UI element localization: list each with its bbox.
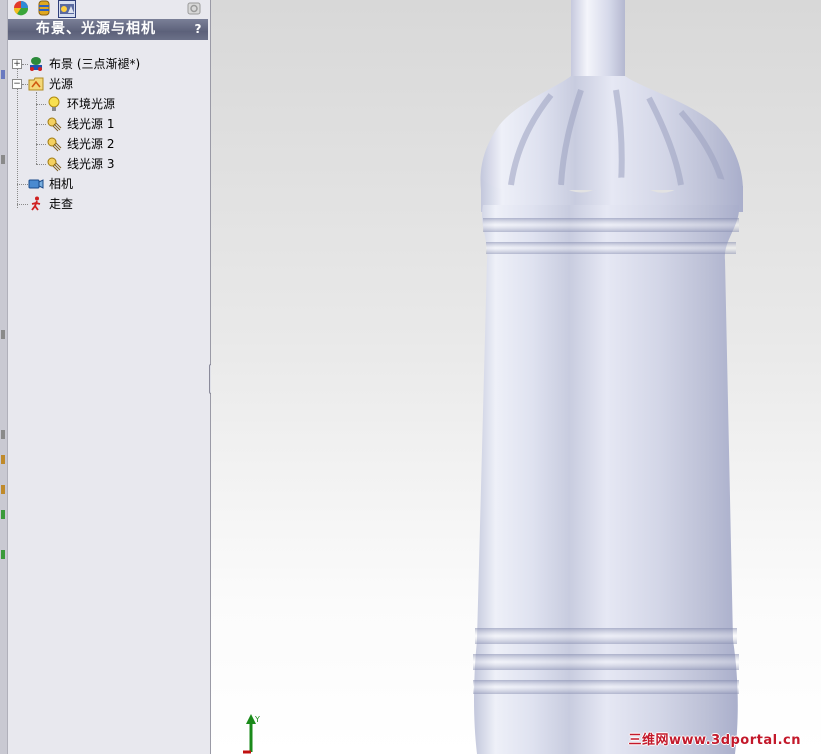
configuration-icon[interactable]	[186, 0, 202, 16]
upper-rib	[483, 218, 739, 232]
collapse-lights-toggle[interactable]: −	[12, 79, 22, 89]
tree-connector	[36, 124, 46, 125]
tree-item-label: 相机	[49, 177, 74, 191]
directional-light-icon	[46, 136, 62, 152]
directional-light-icon	[46, 156, 62, 172]
tree-item-label: 走查	[49, 197, 74, 211]
triad-y-label: Y	[254, 715, 260, 724]
edge-marker	[1, 330, 5, 339]
edge-marker	[1, 155, 5, 164]
axis-triad: Y	[243, 714, 260, 754]
edge-marker	[1, 430, 5, 439]
tree-item-camera[interactable]: 相机	[28, 175, 198, 193]
bottle-body	[474, 205, 740, 754]
tree-item-label: 光源	[49, 77, 74, 91]
camera-icon	[28, 176, 44, 192]
tree-connector	[36, 164, 46, 165]
lower-rib	[475, 628, 737, 644]
directional-light-icon	[46, 116, 62, 132]
tree-connector	[36, 92, 37, 164]
bulb-icon	[46, 96, 62, 112]
appearance-icon[interactable]	[13, 0, 29, 16]
tree-connector	[36, 104, 46, 105]
tree-item-label: 环境光源	[67, 97, 116, 111]
tree-connector	[17, 184, 28, 185]
scene-icon[interactable]	[36, 0, 52, 16]
help-button[interactable]: ?	[192, 19, 204, 40]
edge-marker	[1, 550, 5, 559]
tree-item-label: 线光源 2	[67, 137, 115, 151]
tree-connector	[17, 204, 28, 205]
panel-title: 布景、光源与相机	[36, 21, 156, 37]
upper-rib	[486, 242, 736, 254]
edge-marker	[1, 70, 5, 79]
bottle-shoulder	[480, 76, 743, 190]
property-manager-panel: 布景、光源与相机 ? + − 布景 (三点渐褪*) 光源 环境光源 线光源 1 …	[0, 0, 211, 754]
tree-item-label: 线光源 3	[67, 157, 115, 171]
watermark: 三维网www.3dportal.cn	[628, 733, 801, 748]
tree-item-scene[interactable]: 布景 (三点渐褪*)	[28, 55, 198, 73]
tree-item-label: 布景 (三点渐褪*)	[49, 57, 141, 71]
lights-folder-icon	[28, 76, 44, 92]
scene-icon	[28, 56, 44, 72]
edge-marker	[1, 485, 5, 494]
tree-item-directional-light-3[interactable]: 线光源 3	[46, 155, 196, 173]
edge-marker	[1, 455, 5, 464]
panel-edge-strip	[0, 0, 8, 754]
tree-connector	[17, 68, 18, 208]
tree-connector	[36, 144, 46, 145]
graphics-viewport[interactable]: Y 三维网www.3dportal.cn	[211, 0, 821, 754]
tree-item-ambient-light[interactable]: 环境光源	[46, 95, 196, 113]
bottle-model[interactable]	[211, 0, 821, 754]
walkthrough-icon	[28, 196, 44, 212]
expand-scene-toggle[interactable]: +	[12, 59, 22, 69]
tree-item-directional-light-1[interactable]: 线光源 1	[46, 115, 196, 133]
tree-item-directional-light-2[interactable]: 线光源 2	[46, 135, 196, 153]
render-tools-icon[interactable]	[58, 0, 76, 18]
bottle-neck	[571, 0, 625, 80]
tree-item-label: 线光源 1	[67, 117, 115, 131]
panel-title-bar: 布景、光源与相机 ?	[8, 19, 208, 40]
edge-marker	[1, 510, 5, 519]
tree-item-walkthrough[interactable]: 走查	[28, 195, 198, 213]
panel-toolbar	[7, 0, 210, 18]
tree-item-lights[interactable]: 光源	[28, 75, 198, 93]
lower-rib	[473, 680, 739, 694]
lower-rib	[473, 654, 739, 670]
